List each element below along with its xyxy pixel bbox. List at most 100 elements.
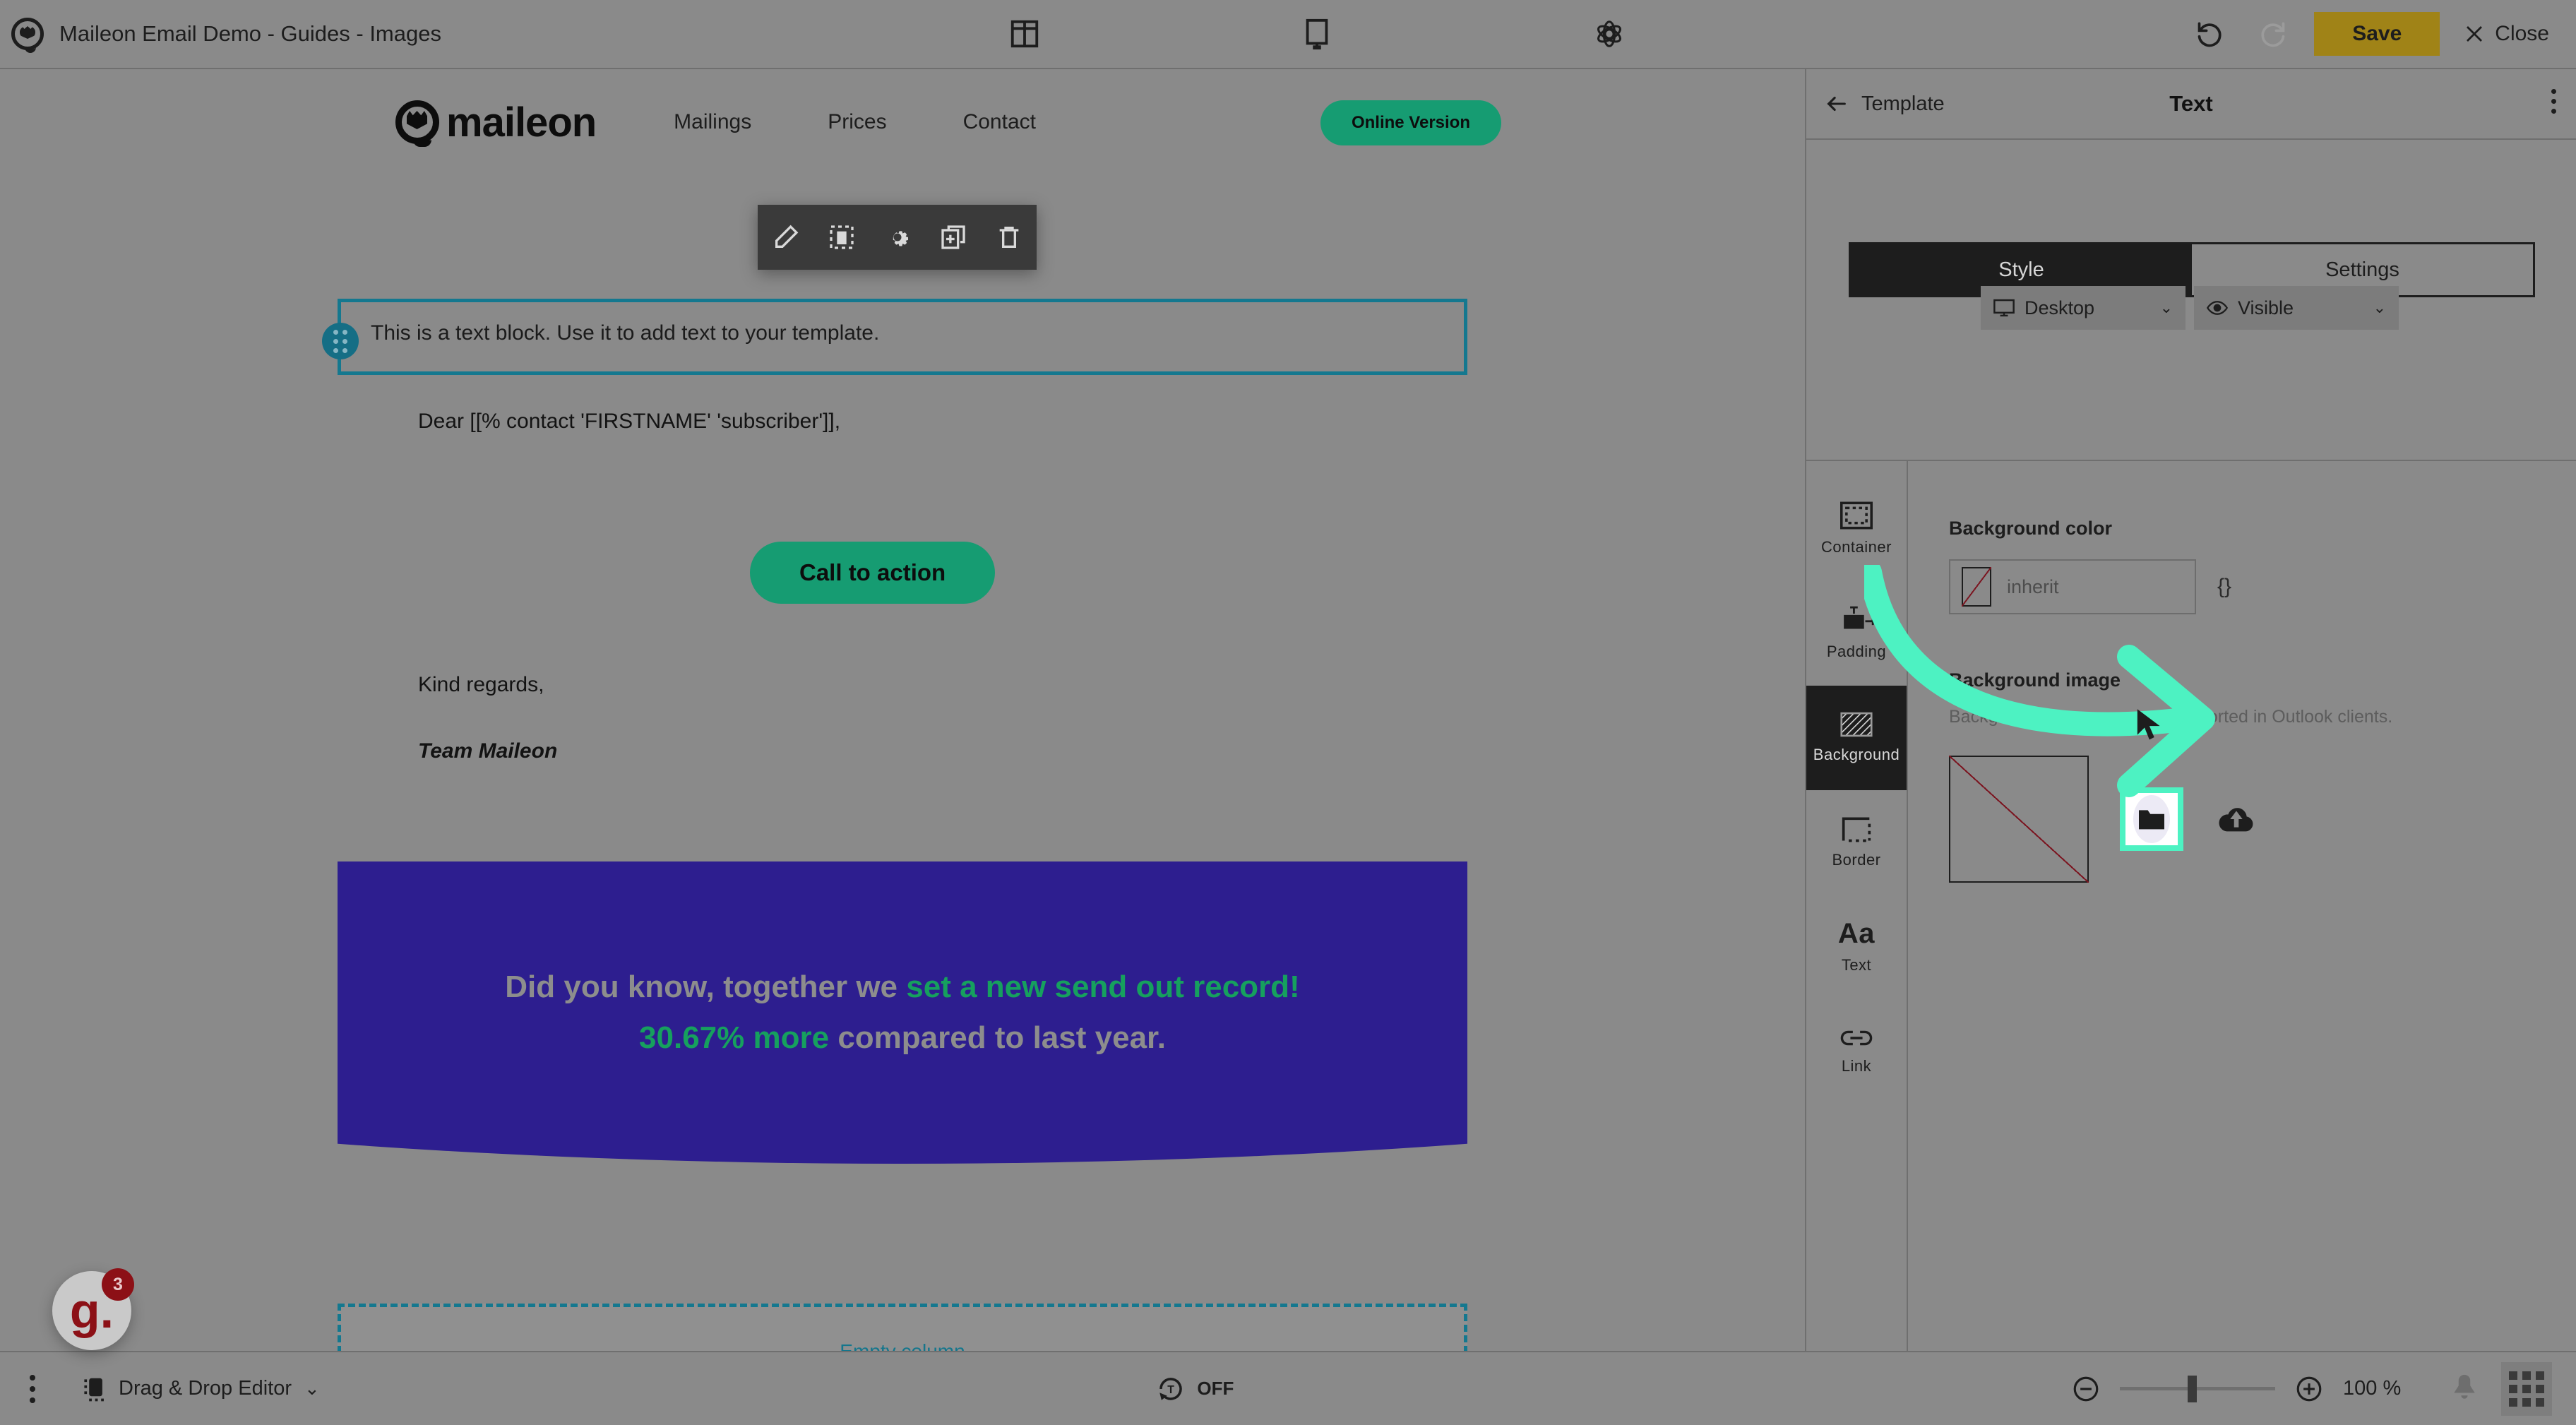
close-label: Close [2495,22,2549,45]
sidebar-item-label: Padding [1826,643,1887,660]
layout-columns-icon[interactable] [1006,15,1044,53]
stat-banner[interactable]: Did you know, together we set a new send… [338,861,1467,1164]
sidebar-item-link[interactable]: Link [1806,999,1907,1104]
stat-text-part3: compared to last year. [829,1020,1166,1055]
save-button[interactable]: Save [2314,12,2440,56]
chat-unread-badge: 3 [102,1268,134,1301]
sidebar-item-text[interactable]: Aa Text [1806,895,1907,999]
email-brand-logo: maileon [395,99,597,147]
editor-mode-selector[interactable]: Drag & Drop Editor ⌄ [82,1376,320,1402]
autosave-t-icon: T [1159,1377,1183,1400]
email-nav-item-contact[interactable]: Contact [963,110,1036,134]
email-signature: Team Maileon [418,739,558,763]
sidebar-item-background[interactable]: Background [1806,686,1907,790]
visibility-dropdown[interactable]: Visible ⌄ [2194,286,2399,330]
autosave-toggle[interactable]: T OFF [1156,1374,1234,1404]
chevron-down-icon: ⌄ [2159,299,2173,316]
desktop-preview-icon[interactable] [1298,15,1336,53]
topbar-center [441,15,2193,53]
properties-panel: Template Text Style Settings Container P… [1805,69,2576,1351]
zoom-slider-thumb[interactable] [2188,1376,2197,1402]
gear-settings-icon[interactable] [878,217,917,257]
svg-text:T: T [1168,1384,1175,1396]
chevron-down-icon: ⌄ [304,1378,320,1399]
topbar-right: Save Close [2193,12,2576,56]
sidebar-item-container[interactable]: Container [1806,477,1907,581]
select-container-icon[interactable] [822,217,861,257]
trash-delete-icon[interactable] [989,217,1029,257]
duplicate-icon[interactable] [934,217,973,257]
panel-section-tabs: Container Padding Background Border Aa T… [1806,461,1908,1351]
cloud-upload-icon[interactable] [2214,797,2258,841]
eye-icon [2207,301,2228,315]
undo-icon[interactable] [2193,16,2229,52]
redo-icon[interactable] [2253,16,2290,52]
support-chat-widget[interactable]: g. 3 [52,1268,134,1350]
maileon-logo-icon [11,18,44,53]
kebab-menu-icon[interactable] [2551,89,2556,114]
email-nav-item-mailings[interactable]: Mailings [674,110,751,134]
bg-color-value: inherit [2007,576,2059,597]
background-hatch-icon [1840,712,1873,737]
curly-braces-icon[interactable]: {} [2217,575,2231,599]
bg-image-row [1949,756,2536,883]
apps-grid-icon[interactable] [2501,1361,2552,1416]
chevron-down-icon: ⌄ [2373,299,2386,316]
bg-color-row: inherit {} [1949,559,2536,614]
maileon-mark-icon [395,100,439,147]
email-closing: Kind regards, [418,673,544,696]
sidebar-item-label: Link [1841,1057,1872,1075]
link-chain-icon [1840,1030,1873,1046]
border-icon [1842,817,1871,842]
block-context-toolbar [758,205,1037,270]
online-version-button[interactable]: Online Version [1320,100,1501,145]
email-template-body: maileon Mailings Prices Contact Online V… [0,69,1805,1351]
bottombar-center: T OFF [320,1374,2070,1404]
sidebar-item-border[interactable]: Border [1806,790,1907,895]
bg-color-input[interactable]: inherit [1949,559,2196,614]
sidebar-item-label: Container [1821,538,1892,556]
padding-icon [1844,606,1874,629]
close-button[interactable]: Close [2464,22,2559,46]
device-dropdown[interactable]: Desktop ⌄ [1981,286,2186,330]
pencil-edit-icon[interactable] [766,217,806,257]
zoom-in-icon[interactable] [2294,1373,2325,1405]
device-dropdown-label: Desktop [2025,297,2095,318]
zoom-slider[interactable] [2120,1376,2275,1402]
empty-column-dropzone[interactable]: Empty column Drop block here [338,1304,1467,1351]
visibility-dropdown-label: Visible [2238,297,2294,318]
bg-color-label: Background color [1949,518,2113,539]
bg-image-label: Background image [1949,669,2121,691]
arrow-left-icon [1827,96,1846,112]
call-to-action-button[interactable]: Call to action [750,542,996,604]
color-swatch-none-icon [1962,567,1991,607]
folder-icon[interactable] [2120,787,2183,851]
zoom-out-icon[interactable] [2070,1373,2101,1405]
stat-banner-text: Did you know, together we set a new send… [461,962,1344,1063]
editor-mode-label: Drag & Drop Editor [119,1377,292,1400]
background-style-pane: Background color inherit {} Background i… [1908,461,2576,939]
empty-column-title: Empty column [840,1340,965,1351]
container-icon [1840,501,1873,530]
sidebar-item-label: Text [1841,956,1872,974]
top-toolbar: Maileon Email Demo - Guides - Images Sav… [0,0,2576,69]
selected-text-block[interactable]: This is a text block. Use it to add text… [322,299,1467,375]
monitor-icon [1993,299,2015,317]
panel-header: Template Text [1806,69,2576,140]
text-aa-icon: Aa [1837,918,1876,949]
autosave-label: OFF [1197,1378,1234,1399]
sidebar-item-label: Border [1832,851,1881,869]
gear-settings-icon[interactable] [1590,15,1628,53]
bell-notification-icon[interactable] [2446,1371,2483,1407]
kebab-menu-icon[interactable] [30,1374,35,1403]
sidebar-item-padding[interactable]: Padding [1806,581,1907,686]
stat-text-part1: Did you know, together we [505,969,907,1004]
email-nav-item-prices[interactable]: Prices [828,110,886,134]
email-canvas[interactable]: maileon Mailings Prices Contact Online V… [0,69,1805,1351]
text-block-content: This is a text block. Use it to add text… [371,321,880,345]
drag-dots-icon[interactable] [322,323,359,359]
page-title: Maileon Email Demo - Guides - Images [59,21,441,46]
panel-back-label: Template [1861,92,1945,115]
panel-back-button[interactable]: Template [1806,92,1945,116]
editor-block-icon [84,1378,104,1401]
